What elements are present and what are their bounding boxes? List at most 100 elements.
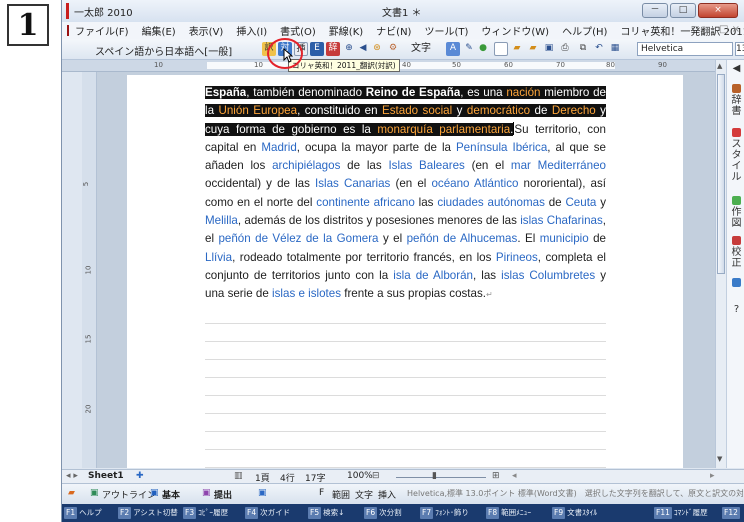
fkey-f11[interactable]: F11 ｺﾏﾝﾄﾞ履歴: [654, 507, 708, 519]
function-key-bar: F1 ヘルプ F2 アシスト切替 F3 ｺﾋﾟｰ履歴 F4 次ガイド F5 検索↓ F6 次…: [62, 504, 744, 522]
app-window: 一太郎 2010 文書1 ＊ － □ × ファイル(F) 編集(E) 表示(V)…: [61, 0, 744, 522]
translate-dialog-icon[interactable]: E: [310, 42, 324, 56]
open-icon[interactable]: ▰: [510, 42, 524, 56]
zoom-slider-thumb[interactable]: ▮: [432, 471, 437, 481]
fkey-f4[interactable]: F4 次ガイド: [245, 507, 290, 519]
fkey-f5[interactable]: F5 検索↓: [308, 507, 344, 519]
zoom-icon[interactable]: ⊕: [342, 42, 356, 56]
panel-collapse-icon[interactable]: ◀: [729, 63, 744, 74]
menu-navi[interactable]: ナビ(N): [376, 23, 411, 38]
hscroll-left-icon[interactable]: ◂: [512, 471, 517, 481]
sheet-tab[interactable]: Sheet1: [88, 471, 124, 481]
menu-window[interactable]: ウィンドウ(W): [481, 23, 549, 38]
body-text: (en el: [390, 177, 432, 191]
empty-line: [205, 413, 606, 414]
palette-icon[interactable]: ▰: [68, 488, 75, 498]
zoom-slider-track[interactable]: [396, 477, 486, 478]
fkey-f9[interactable]: F9 文書ｽﾀｲﾙ: [552, 507, 597, 519]
font-color-icon[interactable]: A: [446, 42, 460, 56]
panel-help[interactable]: ?: [729, 304, 744, 315]
menu-insert[interactable]: 挿入(I): [236, 23, 267, 38]
fkey-f12[interactable]: F12: [722, 507, 742, 519]
panel-style[interactable]: スタイル: [729, 128, 744, 183]
menu-help[interactable]: ヘルプ(H): [562, 23, 607, 38]
body-text: (en el: [464, 159, 511, 173]
bookmark-icon[interactable]: ⊛: [370, 42, 384, 56]
menu-view[interactable]: 表示(V): [189, 23, 224, 38]
fkey-f1[interactable]: F1 ヘルプ: [64, 507, 102, 519]
body-text: , rodeado totalmente por territorio fran…: [232, 250, 496, 264]
fkey-f7[interactable]: F7 ﾌｫﾝﾄ･飾り: [420, 507, 469, 519]
scroll-thumb[interactable]: [717, 74, 725, 274]
font-name-field[interactable]: Helvetica: [637, 42, 733, 56]
app-title: 一太郎 2010: [74, 8, 133, 19]
mouse-cursor-icon: [283, 48, 293, 63]
empty-line: [205, 467, 606, 468]
basic-tab[interactable]: 基本: [162, 488, 180, 501]
outline-tab[interactable]: アウトライン: [102, 488, 156, 501]
zoom-out-icon[interactable]: ⊟: [372, 471, 380, 481]
view-toggle-icon[interactable]: ▥: [234, 471, 243, 481]
selected-link-text: Derecho: [551, 104, 596, 118]
minimize-button[interactable]: －: [642, 3, 668, 18]
selected-text: , constituido en: [297, 104, 382, 118]
fkey-f6[interactable]: F6 次分割: [364, 507, 402, 519]
panel-drawing[interactable]: 作図: [729, 196, 744, 229]
fkey-f2[interactable]: F2 アシスト切替: [118, 507, 178, 519]
char-indicator[interactable]: 文字: [355, 488, 373, 501]
speaker-icon[interactable]: ◀: [356, 42, 370, 56]
add-sheet-icon[interactable]: ✚: [136, 471, 144, 481]
panel-extra-icon[interactable]: [729, 278, 744, 289]
new-document-icon[interactable]: [494, 42, 508, 56]
menu-edit[interactable]: 編集(E): [142, 23, 176, 38]
dictionary-icon[interactable]: 辞: [326, 42, 340, 56]
menu-ruled-line[interactable]: 罫線(K): [329, 23, 363, 38]
hscroll-right-icon[interactable]: ▸: [710, 471, 715, 481]
body-text: frente a sus propias costas.: [341, 287, 486, 301]
menu-tools[interactable]: ツール(T): [424, 23, 468, 38]
insert-indicator[interactable]: 挿入: [378, 488, 396, 501]
mdi-controls[interactable]: _ □ ×: [711, 24, 740, 35]
translation-direction[interactable]: スペイン語から日本語へ[一般]: [95, 43, 232, 58]
zoom-level[interactable]: 100%: [347, 471, 373, 481]
sheet-bar: ◂ ▸ Sheet1 ✚ ▥ 1頁 4行 17字 100% ⊟ ▮ ⊞ ◂ ▸: [62, 469, 744, 484]
save-icon[interactable]: ▣: [542, 42, 556, 56]
document-icon[interactable]: [67, 25, 69, 36]
undo-icon[interactable]: ↶: [592, 42, 606, 56]
maximize-button[interactable]: □: [670, 3, 696, 18]
copy-icon[interactable]: ⧉: [576, 42, 590, 56]
style-icon[interactable]: ▦: [608, 42, 622, 56]
side-panel: ◀ 辞書 スタイル 作図 校正 ?: [726, 60, 744, 468]
document-body[interactable]: España, también denominado Reino de Espa…: [205, 84, 607, 305]
close-button[interactable]: ×: [698, 3, 738, 18]
scroll-down-icon[interactable]: ▼: [717, 455, 722, 463]
app-logo-icon: [66, 3, 69, 19]
folder-icon[interactable]: ▰: [526, 42, 540, 56]
empty-line: [205, 395, 606, 396]
empty-line: [205, 341, 606, 342]
vertical-ruler[interactable]: 5 10 15 20: [82, 72, 97, 468]
text-button[interactable]: 文字: [408, 42, 434, 56]
pen-icon[interactable]: ✎: [462, 42, 476, 56]
link-text: islas Chafarinas: [520, 214, 603, 228]
sheet-nav-icons[interactable]: ◂ ▸: [66, 471, 78, 481]
font-size-field[interactable]: 13: [735, 42, 744, 56]
fkey-f3[interactable]: F3 ｺﾋﾟｰ履歴: [183, 507, 228, 519]
selected-text: España: [205, 86, 247, 99]
panel-proofread-label: 校正: [731, 247, 742, 269]
selected-link-text: nación: [506, 86, 541, 99]
submit-tab[interactable]: 提出: [214, 488, 232, 501]
mode-extra-icon[interactable]: ▣: [258, 488, 267, 498]
range-indicator[interactable]: 範囲: [332, 488, 350, 501]
settings-icon[interactable]: ⚙: [386, 42, 400, 56]
print-icon[interactable]: ⎙: [558, 42, 572, 56]
panel-dictionary[interactable]: 辞書: [729, 84, 744, 117]
highlight-icon[interactable]: ●: [476, 42, 490, 56]
link-text: Pirineos: [495, 250, 538, 264]
fkey-f8[interactable]: F8 範囲ﾒﾆｭｰ: [486, 507, 531, 519]
menu-format[interactable]: 書式(O): [280, 23, 316, 38]
scroll-up-icon[interactable]: ▲: [717, 62, 722, 70]
zoom-in-icon[interactable]: ⊞: [492, 471, 500, 481]
panel-proofread[interactable]: 校正: [729, 236, 744, 269]
menu-file[interactable]: ファイル(F): [75, 23, 129, 38]
